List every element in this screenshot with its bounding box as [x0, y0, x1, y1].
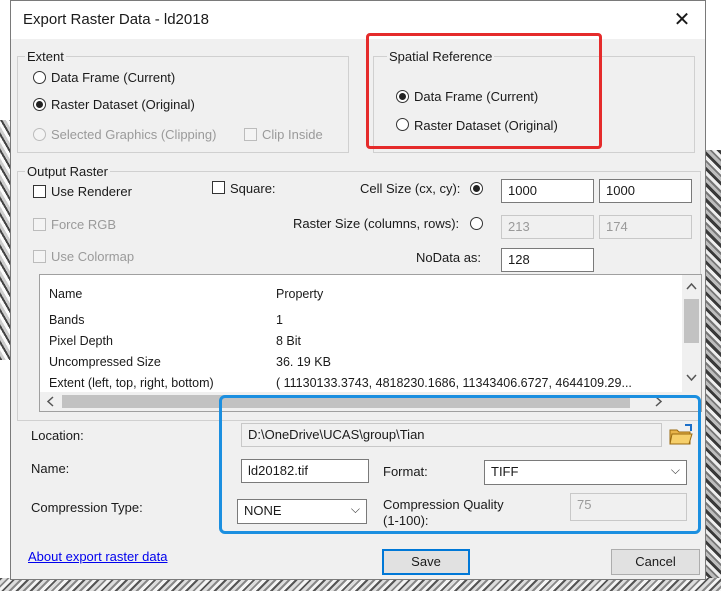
list-row-value: ( 11130133.3743, 4818230.1686, 11343406.…	[276, 376, 632, 390]
vertical-scrollbar-graphic	[684, 282, 699, 382]
list-row-value: 36. 19 KB	[276, 355, 331, 369]
extent-raster-dataset-radio[interactable]	[33, 98, 46, 111]
list-row-name: Extent (left, top, right, bottom)	[49, 376, 214, 390]
extent-raster-dataset-label[interactable]: Raster Dataset (Original)	[51, 97, 195, 112]
nodata-label: NoData as:	[416, 250, 482, 265]
cell-size-radio[interactable]	[470, 182, 483, 195]
use-renderer-checkbox[interactable]	[33, 185, 46, 198]
vertical-scroll-thumb	[684, 299, 699, 343]
close-button[interactable]: ✕	[669, 7, 695, 33]
extent-data-frame-label[interactable]: Data Frame (Current)	[51, 70, 175, 85]
name-label: Name:	[31, 461, 70, 476]
nodata-input[interactable]: 128	[501, 248, 594, 272]
scroll-up-icon	[686, 282, 697, 290]
extent-legend: Extent	[25, 49, 66, 64]
list-row-value: 8 Bit	[276, 334, 302, 348]
cell-size-x-input[interactable]: 1000	[501, 179, 594, 203]
force-rgb-checkbox[interactable]	[33, 218, 46, 231]
force-rgb-label[interactable]: Force RGB	[51, 217, 116, 232]
save-button[interactable]: Save	[382, 549, 470, 575]
output-raster-legend: Output Raster	[25, 164, 110, 179]
clip-inside-checkbox[interactable]	[244, 128, 257, 141]
list-row-name: Bands	[49, 313, 85, 327]
list-row-name: Pixel Depth	[49, 334, 113, 348]
window-title: Export Raster Data - ld2018	[23, 11, 209, 28]
use-colormap-label[interactable]: Use Colormap	[51, 249, 134, 264]
about-export-raster-link[interactable]: About export raster data	[28, 549, 167, 564]
extent-data-frame-radio[interactable]	[33, 71, 46, 84]
cancel-button[interactable]: Cancel	[611, 549, 700, 575]
use-colormap-checkbox[interactable]	[33, 250, 46, 263]
background-map-left	[0, 120, 10, 360]
vertical-scrollbar[interactable]	[682, 275, 701, 392]
cell-size-label: Cell Size (cx, cy):	[360, 181, 461, 196]
list-header-property[interactable]: Property	[276, 287, 323, 301]
export-raster-dialog: Export Raster Data - ld2018 ✕ Extent Dat…	[10, 0, 706, 580]
background-map-right	[706, 150, 721, 591]
clip-inside-label[interactable]: Clip Inside	[262, 127, 323, 142]
raster-size-label: Raster Size (columns, rows):	[293, 216, 460, 231]
raster-properties-list[interactable]: Name Property Bands 1 Pixel Depth 8 Bit …	[39, 274, 702, 412]
extent-selected-graphics-radio[interactable]	[33, 128, 46, 141]
list-row-value: 1	[276, 313, 283, 327]
list-row-name: Uncompressed Size	[49, 355, 161, 369]
scroll-down-icon	[686, 374, 697, 382]
square-label[interactable]: Square:	[230, 181, 276, 196]
use-renderer-label[interactable]: Use Renderer	[51, 184, 132, 199]
cell-size-y-input[interactable]: 1000	[599, 179, 692, 203]
scroll-left-icon	[46, 396, 54, 407]
list-header-name[interactable]: Name	[49, 287, 82, 301]
compression-type-label: Compression Type:	[31, 500, 143, 515]
extent-selected-graphics-label[interactable]: Selected Graphics (Clipping)	[51, 127, 216, 142]
red-highlight-box	[366, 33, 602, 149]
square-checkbox[interactable]	[212, 181, 225, 194]
location-label: Location:	[31, 428, 84, 443]
raster-size-radio[interactable]	[470, 217, 483, 230]
raster-rows-input[interactable]: 174	[599, 215, 692, 239]
blue-highlight-box	[219, 395, 701, 534]
raster-columns-input[interactable]: 213	[501, 215, 594, 239]
